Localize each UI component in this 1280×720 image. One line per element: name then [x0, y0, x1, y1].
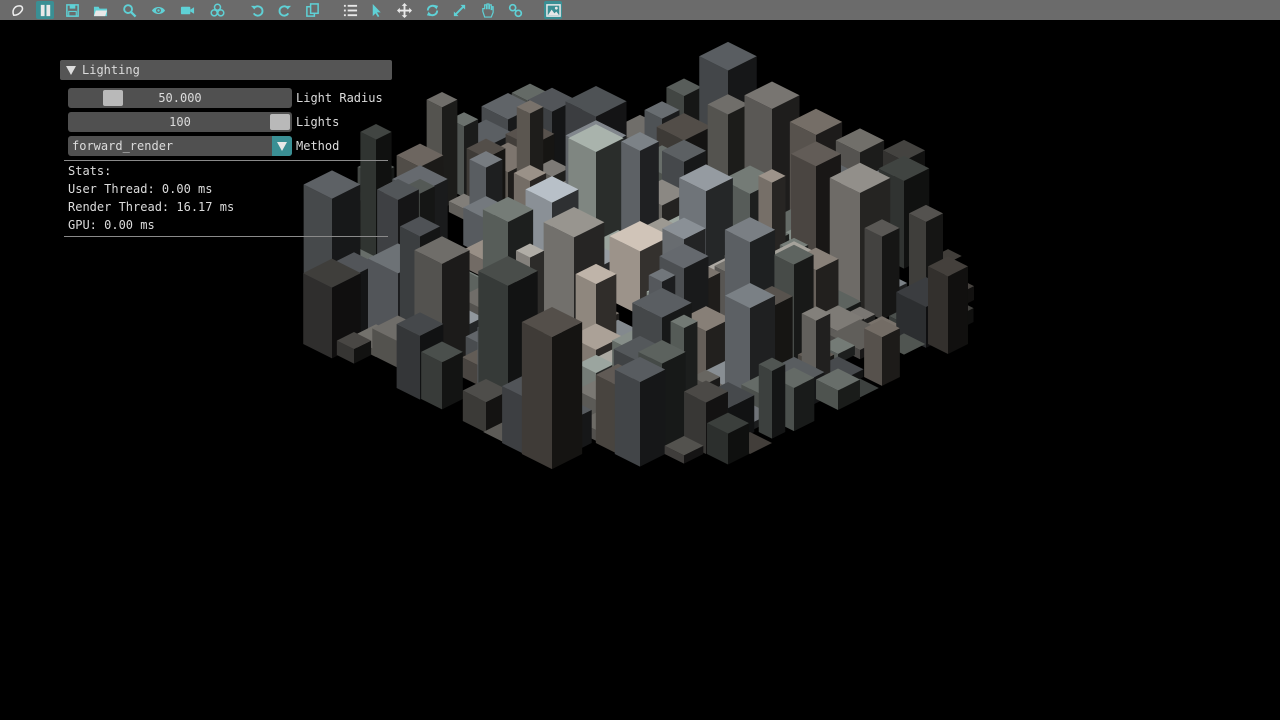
- separator-top: [64, 160, 388, 161]
- lights-row: 100 Lights: [68, 112, 339, 132]
- lights-slider[interactable]: 100: [68, 112, 292, 132]
- method-combo[interactable]: forward_render: [68, 136, 292, 156]
- light-radius-slider[interactable]: 50.000: [68, 88, 292, 108]
- render-thread-stat: Render Thread: 16.17 ms: [68, 200, 235, 214]
- building-face: [864, 328, 882, 386]
- lighting-panel: Lighting 50.000 Light Radius 100 Lights …: [60, 60, 392, 237]
- building-face: [928, 266, 948, 354]
- building-face: [772, 364, 786, 439]
- rotate-icon[interactable]: [423, 1, 441, 19]
- hand-icon[interactable]: [478, 1, 496, 19]
- lights-label: Lights: [296, 115, 340, 129]
- light-radius-label: Light Radius: [296, 91, 383, 105]
- camera-icon[interactable]: [178, 1, 196, 19]
- lighting-panel-header[interactable]: Lighting: [60, 60, 392, 80]
- light-radius-row: 50.000 Light Radius: [68, 88, 383, 108]
- building-face: [614, 369, 640, 467]
- image-icon[interactable]: [544, 1, 562, 19]
- pause-icon[interactable]: [36, 1, 54, 19]
- building-face: [640, 369, 666, 467]
- eye-icon[interactable]: [149, 1, 167, 19]
- building-face: [303, 273, 332, 359]
- building-face: [360, 131, 376, 264]
- save-icon[interactable]: [63, 1, 81, 19]
- top-toolbar: [0, 0, 1280, 20]
- building-face: [948, 266, 968, 354]
- method-value: forward_render: [72, 139, 174, 153]
- logo-icon[interactable]: [8, 1, 26, 19]
- list-icon[interactable]: [341, 1, 359, 19]
- redo-icon[interactable]: [275, 1, 293, 19]
- pointer-icon[interactable]: [367, 1, 385, 19]
- nodes-icon[interactable]: [208, 1, 226, 19]
- method-label: Method: [296, 139, 340, 153]
- undo-icon[interactable]: [248, 1, 266, 19]
- light-radius-slider-grab[interactable]: [103, 90, 123, 106]
- copy-icon[interactable]: [303, 1, 321, 19]
- building-face: [595, 374, 618, 455]
- lights-value: 100: [169, 115, 191, 129]
- chevron-down-icon: [277, 141, 287, 151]
- open-folder-icon[interactable]: [91, 1, 109, 19]
- move-icon[interactable]: [395, 1, 413, 19]
- user-thread-stat: User Thread: 0.00 ms: [68, 182, 213, 196]
- scale-icon[interactable]: [450, 1, 468, 19]
- link-icon[interactable]: [506, 1, 524, 19]
- separator-bottom: [64, 236, 388, 237]
- building-face: [396, 324, 420, 400]
- building-face: [521, 322, 552, 470]
- building-face: [552, 322, 583, 470]
- search-icon[interactable]: [120, 1, 138, 19]
- building-face: [882, 328, 900, 386]
- method-dropdown-button[interactable]: [272, 136, 292, 156]
- stats-heading: Stats:: [68, 164, 112, 178]
- building-face: [864, 227, 882, 320]
- collapse-triangle-icon[interactable]: [66, 65, 76, 75]
- panel-title: Lighting: [82, 63, 140, 77]
- building-face: [758, 364, 772, 439]
- lights-slider-grab[interactable]: [270, 114, 290, 130]
- light-radius-value: 50.000: [158, 91, 202, 105]
- method-row: forward_render Method: [68, 136, 339, 156]
- gpu-stat: GPU: 0.00 ms: [68, 218, 155, 232]
